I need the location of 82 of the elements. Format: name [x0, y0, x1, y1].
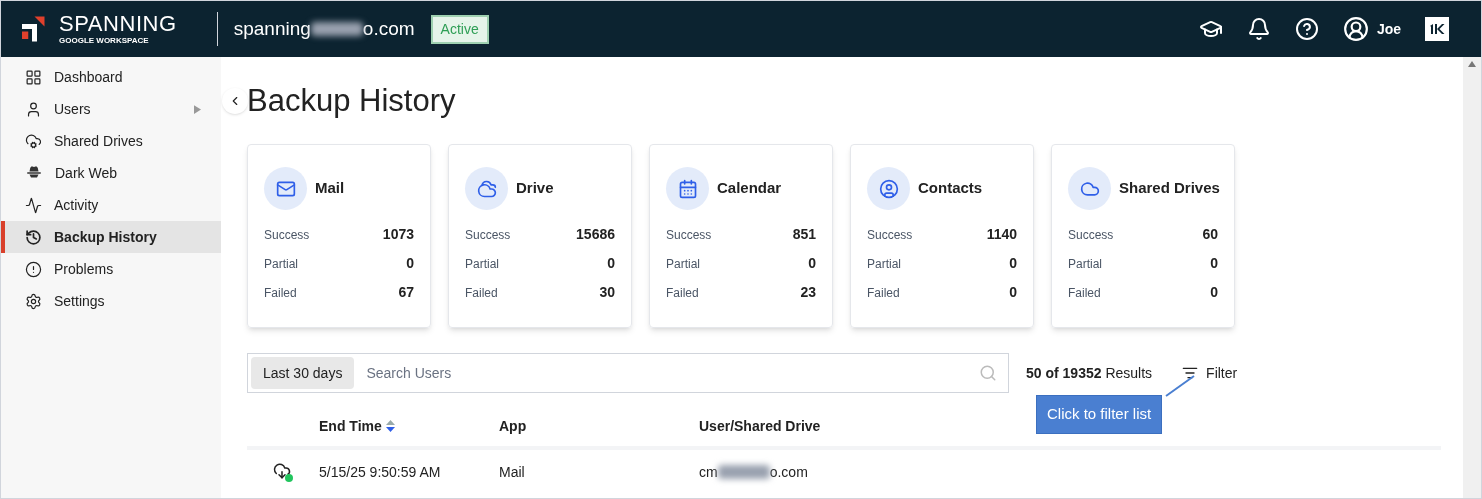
notifications-icon[interactable]: [1246, 17, 1271, 41]
sidebar-item[interactable]: Users: [1, 93, 221, 125]
card-title: Calendar: [717, 178, 782, 199]
table-cell-text: 5/15/25 9:50:59 AM: [319, 462, 442, 482]
sidebar-item[interactable]: Backup History: [1, 221, 221, 253]
stat-value: 60: [1202, 225, 1218, 244]
stat-label: Failed: [867, 284, 900, 302]
stat-label: Success: [1068, 226, 1114, 244]
card-title: Contacts: [918, 178, 983, 199]
stat-value: 0: [808, 254, 816, 273]
card-title: Mail: [315, 178, 345, 199]
calendar-icon: [677, 178, 698, 199]
cloud-icon: [25, 132, 42, 150]
alert-icon: [25, 260, 42, 278]
settings-icon: [25, 292, 42, 310]
stat-value: 0: [1009, 254, 1017, 273]
stat-label: Failed: [666, 284, 699, 302]
stat-label: Failed: [465, 284, 498, 302]
brand-name: SPANNING: [59, 13, 177, 35]
user-name[interactable]: Joe: [1376, 18, 1401, 40]
card-title: Shared Drives: [1119, 178, 1220, 199]
sidebar-item[interactable]: Dark Web: [1, 157, 221, 189]
filter-button[interactable]: Filter: [1182, 362, 1238, 384]
stat-value: 0: [406, 254, 414, 273]
stat-value: 30: [599, 283, 615, 302]
stat-label: Failed: [264, 284, 297, 302]
tooltip: Click to filter list: [1036, 395, 1163, 434]
stat-value: 0: [1210, 254, 1218, 273]
submenu-arrow-icon[interactable]: [194, 104, 201, 114]
sidebar-item[interactable]: Dashboard: [1, 61, 221, 93]
table-cell-text: cm o.com: [699, 462, 808, 482]
domain-name: spanning o.com: [233, 16, 415, 41]
stat-value: 1073: [382, 225, 414, 244]
stat-label: Success: [264, 226, 310, 244]
clouds-icon: [476, 178, 497, 199]
card-title: Drive: [516, 178, 554, 199]
stat-label: Failed: [1068, 284, 1101, 302]
stat-value: 67: [398, 283, 414, 302]
contact-icon: [878, 178, 899, 199]
history-icon: [25, 228, 42, 246]
stat-value: 1140: [986, 225, 1017, 244]
column-header[interactable]: User/Shared Drive: [699, 415, 821, 437]
grid-icon: [25, 68, 42, 86]
leader-line: [1165, 375, 1195, 397]
scroll-up-icon[interactable]: [1468, 61, 1476, 67]
date-range-button[interactable]: Last 30 days: [251, 357, 355, 389]
stat-label: Partial: [1068, 255, 1102, 273]
user-icon: [25, 100, 42, 118]
sidebar-item[interactable]: Activity: [1, 189, 221, 221]
column-header[interactable]: End Time: [319, 415, 382, 437]
sidebar-item[interactable]: Settings: [1, 285, 221, 317]
redaction-blur: [717, 465, 770, 479]
stat-label: Partial: [264, 255, 298, 273]
results-count: 50 of 19352 Results: [1026, 363, 1153, 383]
search-field[interactable]: Last 30 days Search Users: [247, 353, 1009, 393]
stat-value: 0: [1210, 283, 1218, 302]
stat-label: Partial: [666, 255, 700, 273]
table-cell-text: Mail: [499, 462, 526, 482]
sidebar-item[interactable]: Shared Drives: [1, 125, 221, 157]
brand-subtitle: GOOGLE WORKSPACE: [59, 37, 150, 45]
backup-status-icon: [273, 462, 293, 482]
status-badge: Active: [430, 14, 489, 44]
stat-value: 15686: [576, 225, 615, 244]
stat-value: 23: [800, 283, 816, 302]
stat-label: Success: [666, 226, 712, 244]
stat-value: 0: [607, 254, 615, 273]
page-title: Backup History: [247, 83, 457, 119]
sidebar-item[interactable]: Problems: [1, 253, 221, 285]
stat-value: 851: [792, 225, 816, 244]
stat-label: Success: [867, 226, 913, 244]
redaction-blur: [310, 22, 363, 36]
pulse-icon: [25, 196, 42, 214]
avatar-icon[interactable]: [1342, 16, 1369, 42]
app-logo-icon[interactable]: [1425, 17, 1449, 41]
stat-label: Success: [465, 226, 511, 244]
filter-icon[interactable]: [1182, 365, 1199, 381]
stat-label: Partial: [465, 255, 499, 273]
column-header[interactable]: App: [499, 415, 527, 437]
stat-value: 0: [1009, 283, 1017, 302]
stat-label: Partial: [867, 255, 901, 273]
help-icon[interactable]: [1294, 17, 1319, 41]
sort-icon[interactable]: [385, 420, 395, 432]
